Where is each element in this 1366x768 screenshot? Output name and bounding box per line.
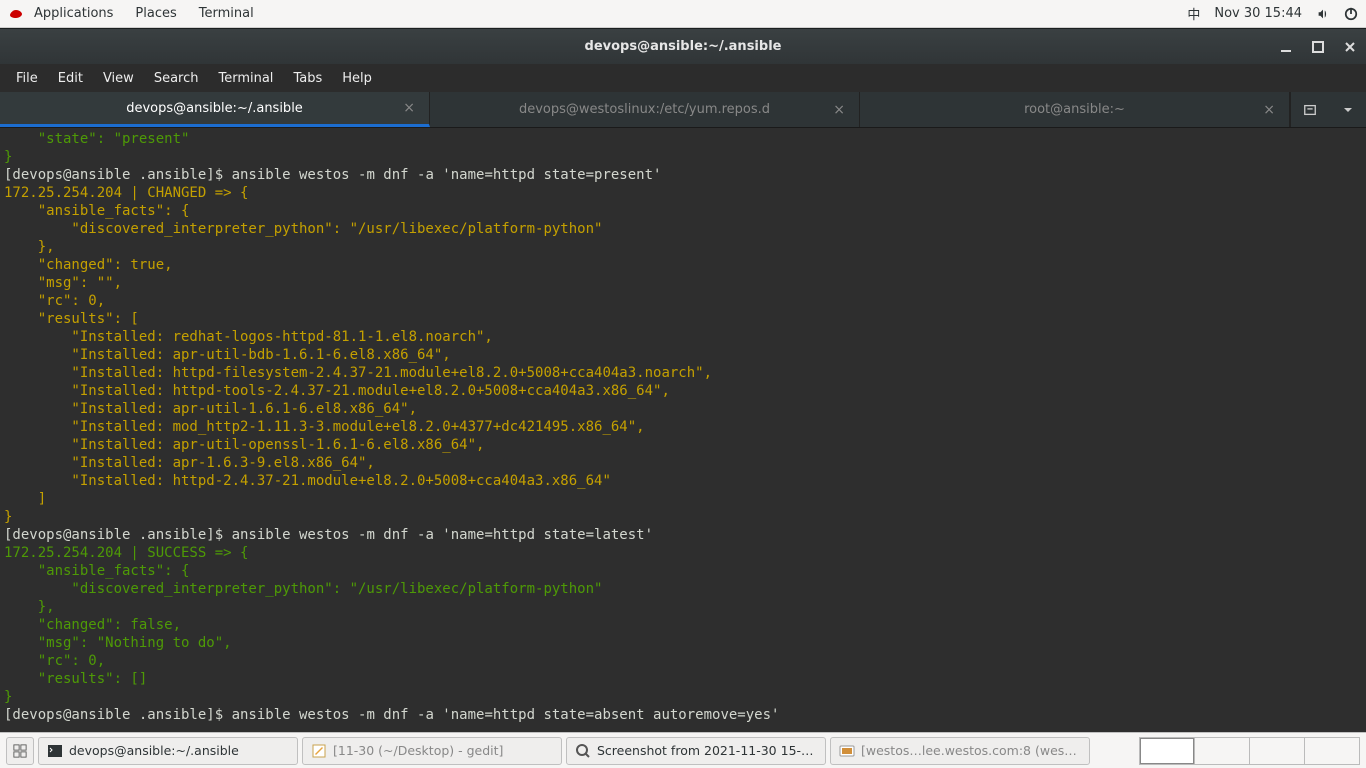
- tab-label: devops@ansible:~/.ansible: [90, 101, 339, 116]
- term-prompt: [devops@ansible .ansible]$: [4, 167, 232, 183]
- term-line: },: [4, 599, 55, 615]
- term-command: ansible westos -m dnf -a 'name=httpd sta…: [232, 527, 653, 543]
- terminal-tabbar: devops@ansible:~/.ansible × devops@westo…: [0, 92, 1366, 128]
- window-close-icon[interactable]: [1344, 41, 1358, 53]
- menu-terminal-app[interactable]: Terminal: [199, 6, 254, 21]
- term-line: "state": "present": [4, 131, 189, 147]
- term-line: "Installed: mod_http2-1.11.3-3.module+el…: [4, 419, 645, 435]
- redhat-icon: [8, 6, 24, 22]
- terminal-icon: [47, 743, 63, 759]
- ime-indicator[interactable]: 中: [1187, 4, 1200, 23]
- tab-inactive[interactable]: devops@westoslinux:/etc/yum.repos.d ×: [430, 92, 860, 127]
- taskbar-item-gedit[interactable]: [11-30 (~/Desktop) - gedit]: [302, 737, 562, 765]
- workspace-pager: [1140, 737, 1360, 765]
- term-command: ansible westos -m dnf -a 'name=httpd sta…: [232, 707, 780, 723]
- tab-close-icon[interactable]: ×: [1263, 102, 1275, 118]
- menu-terminal[interactable]: Terminal: [208, 71, 283, 86]
- term-line: "changed": false,: [4, 617, 181, 633]
- taskbar-item-label: devops@ansible:~/.ansible: [69, 743, 239, 758]
- term-line: 172.25.254.204 | CHANGED => {: [4, 185, 248, 201]
- term-line: },: [4, 239, 55, 255]
- clock[interactable]: Nov 30 15:44: [1214, 6, 1302, 21]
- show-desktop-button[interactable]: [6, 737, 34, 765]
- tab-close-icon[interactable]: ×: [833, 102, 845, 118]
- term-line: "discovered_interpreter_python": "/usr/l…: [4, 221, 602, 237]
- term-line: "changed": true,: [4, 257, 173, 273]
- term-prompt: [devops@ansible .ansible]$: [4, 527, 232, 543]
- taskbar-item-image-viewer[interactable]: Screenshot from 2021-11-30 15-3…: [566, 737, 826, 765]
- term-line: "Installed: apr-util-openssl-1.6.1-6.el8…: [4, 437, 484, 453]
- workspace-2[interactable]: [1194, 737, 1250, 765]
- tab-overflow-icon[interactable]: [1303, 103, 1317, 117]
- term-line: "ansible_facts": {: [4, 203, 189, 219]
- menu-applications[interactable]: Applications: [34, 6, 113, 21]
- image-viewer-icon: [575, 743, 591, 759]
- term-line: "ansible_facts": {: [4, 563, 189, 579]
- tab-inactive[interactable]: root@ansible:~ ×: [860, 92, 1290, 127]
- taskbar-item-label: [westos…lee.westos.com:8 (westos)…: [861, 743, 1081, 758]
- window-minimize-icon[interactable]: [1280, 41, 1294, 53]
- menu-help[interactable]: Help: [332, 71, 382, 86]
- volume-icon[interactable]: [1316, 7, 1330, 21]
- term-line: 172.25.254.204 | SUCCESS => {: [4, 545, 248, 561]
- term-line: }: [4, 149, 12, 165]
- term-line: ]: [4, 491, 46, 507]
- term-prompt: [devops@ansible .ansible]$: [4, 707, 232, 723]
- taskbar-item-label: [11-30 (~/Desktop) - gedit]: [333, 743, 503, 758]
- menu-view[interactable]: View: [93, 71, 144, 86]
- term-line: "Installed: httpd-filesystem-2.4.37-21.m…: [4, 365, 712, 381]
- term-command: ansible westos -m dnf -a 'name=httpd sta…: [232, 167, 662, 183]
- menu-tabs[interactable]: Tabs: [283, 71, 332, 86]
- term-line: "msg": "Nothing to do",: [4, 635, 232, 651]
- terminal-menubar: File Edit View Search Terminal Tabs Help: [0, 64, 1366, 92]
- window-title: devops@ansible:~/.ansible: [0, 39, 1366, 54]
- menu-file[interactable]: File: [6, 71, 48, 86]
- tab-active[interactable]: devops@ansible:~/.ansible ×: [0, 92, 430, 127]
- tab-menu-icon[interactable]: [1342, 104, 1354, 116]
- gnome-top-panel: Applications Places Terminal 中 Nov 30 15…: [0, 0, 1366, 28]
- window-maximize-icon[interactable]: [1312, 41, 1326, 53]
- workspace-1[interactable]: [1139, 737, 1195, 765]
- taskbar-item-terminal[interactable]: devops@ansible:~/.ansible: [38, 737, 298, 765]
- term-line: "Installed: apr-util-bdb-1.6.1-6.el8.x86…: [4, 347, 451, 363]
- menu-edit[interactable]: Edit: [48, 71, 93, 86]
- term-line: "Installed: httpd-2.4.37-21.module+el8.2…: [4, 473, 611, 489]
- bottom-taskbar: devops@ansible:~/.ansible [11-30 (~/Desk…: [0, 732, 1366, 768]
- term-line: "Installed: httpd-tools-2.4.37-21.module…: [4, 383, 670, 399]
- menu-search[interactable]: Search: [144, 71, 209, 86]
- tab-label: root@ansible:~: [988, 102, 1161, 117]
- term-line: "results": []: [4, 671, 147, 687]
- term-line: "Installed: redhat-logos-httpd-81.1-1.el…: [4, 329, 493, 345]
- gedit-icon: [311, 743, 327, 759]
- taskbar-item-vm[interactable]: [westos…lee.westos.com:8 (westos)…: [830, 737, 1090, 765]
- term-line: "discovered_interpreter_python": "/usr/l…: [4, 581, 602, 597]
- taskbar-item-label: Screenshot from 2021-11-30 15-3…: [597, 743, 817, 758]
- workspace-4[interactable]: [1304, 737, 1360, 765]
- power-icon[interactable]: [1344, 7, 1358, 21]
- term-line: }: [4, 689, 12, 705]
- term-line: "results": [: [4, 311, 139, 327]
- term-line: "rc": 0,: [4, 653, 105, 669]
- window-titlebar[interactable]: devops@ansible:~/.ansible: [0, 28, 1366, 64]
- term-line: "Installed: apr-util-1.6.1-6.el8.x86_64"…: [4, 401, 417, 417]
- term-line: "msg": "",: [4, 275, 122, 291]
- menu-places[interactable]: Places: [135, 6, 176, 21]
- tab-label: devops@westoslinux:/etc/yum.repos.d: [483, 102, 806, 117]
- workspace-3[interactable]: [1249, 737, 1305, 765]
- term-line: }: [4, 509, 12, 525]
- term-line: "Installed: apr-1.6.3-9.el8.x86_64",: [4, 455, 375, 471]
- vm-icon: [839, 743, 855, 759]
- tab-close-icon[interactable]: ×: [403, 100, 415, 116]
- terminal-output[interactable]: "state": "present" } [devops@ansible .an…: [0, 128, 1366, 732]
- term-line: "rc": 0,: [4, 293, 105, 309]
